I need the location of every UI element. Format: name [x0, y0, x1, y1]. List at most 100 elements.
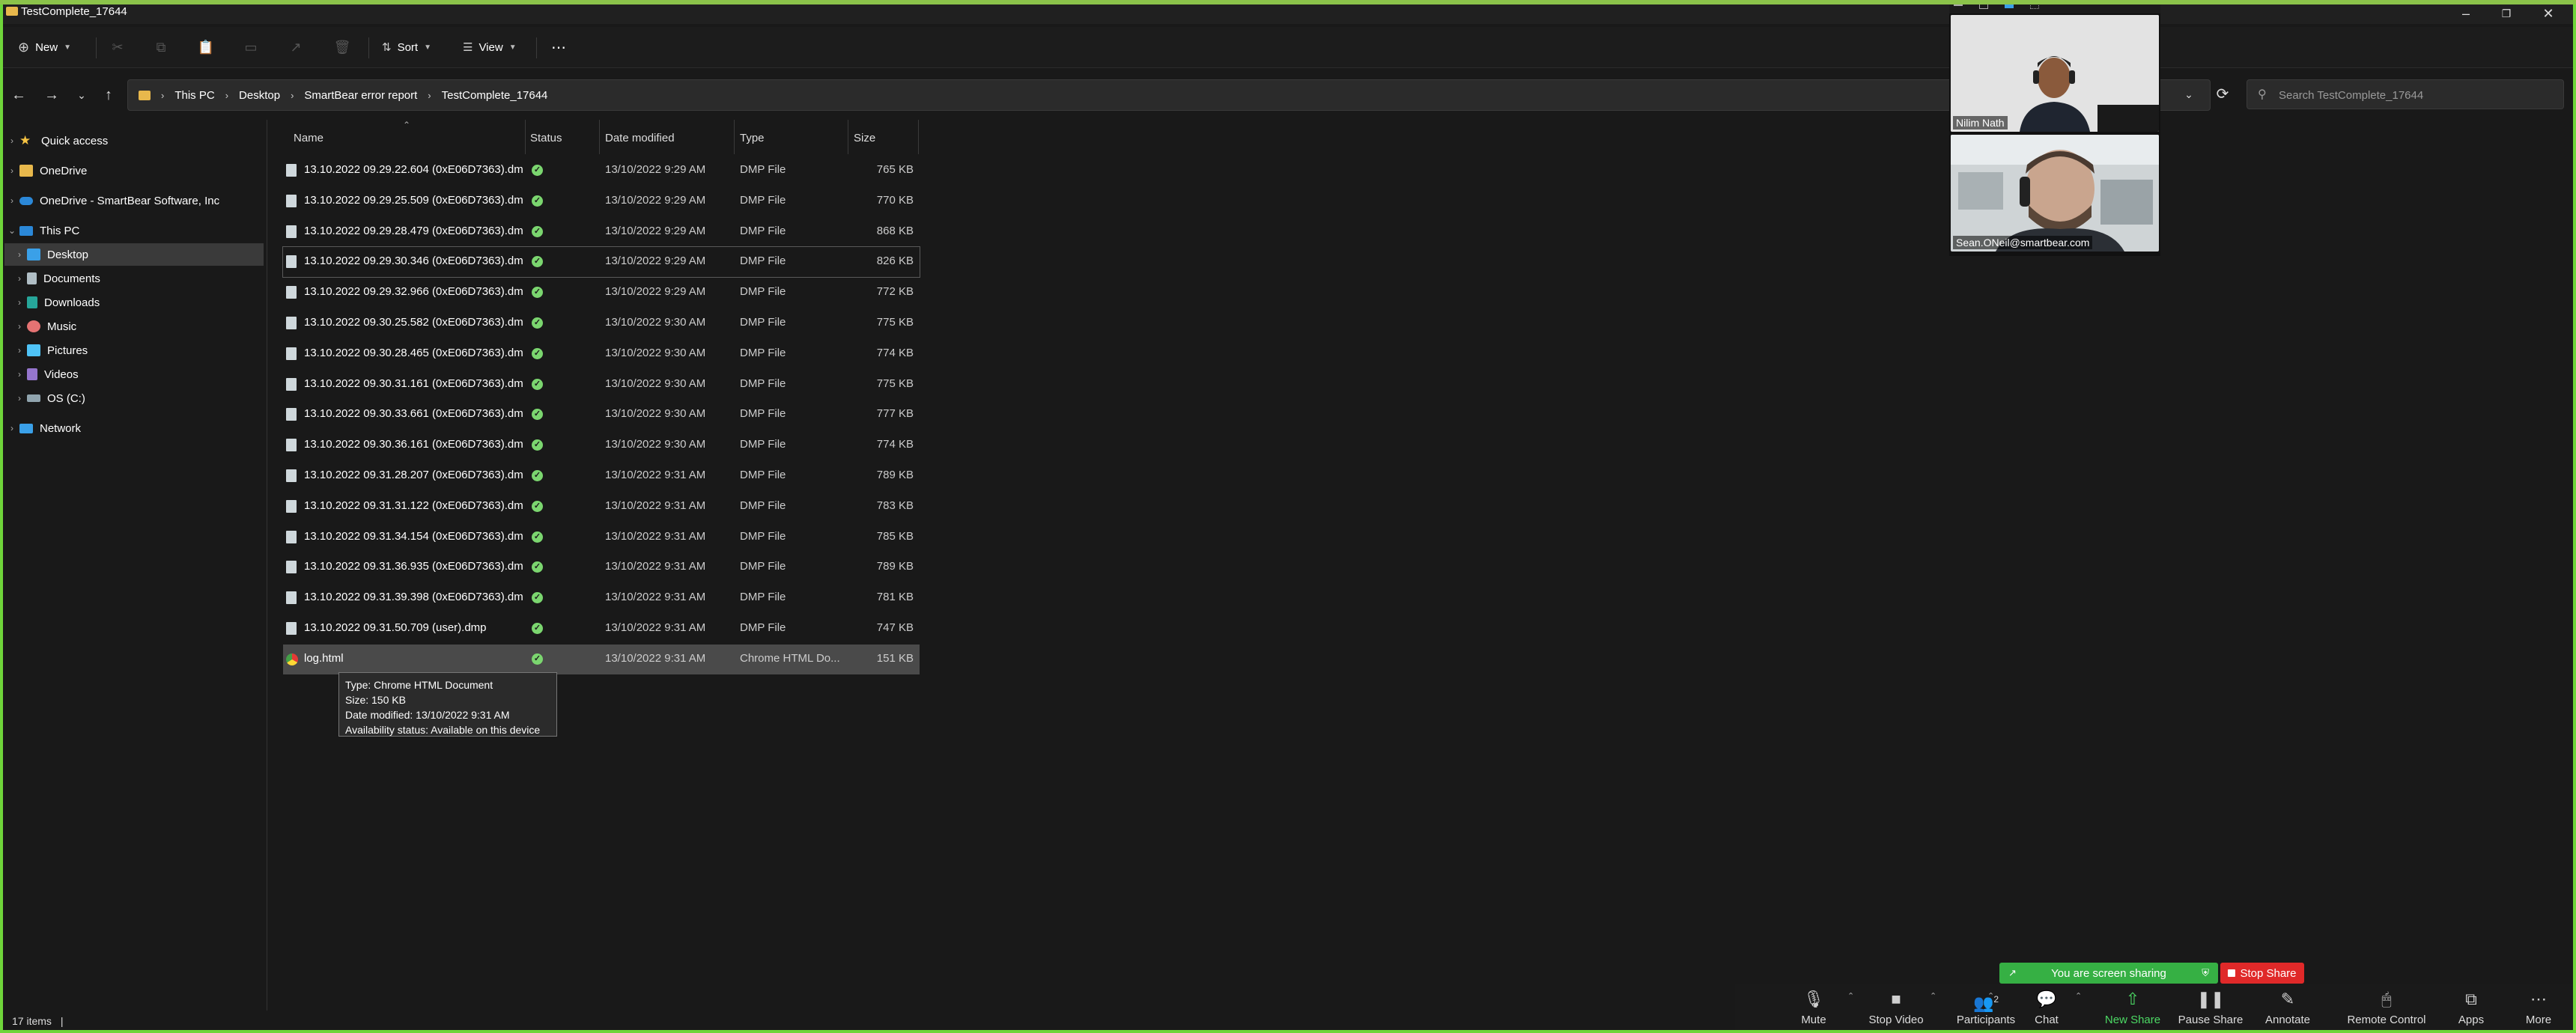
chevron-right-icon: ›	[225, 89, 229, 101]
nav-label: Quick access	[41, 134, 109, 147]
breadcrumb-smartbear-error-report[interactable]: SmartBear error report	[304, 89, 417, 102]
breadcrumb-current-folder[interactable]: TestComplete_17644	[442, 89, 548, 102]
file-row[interactable]: 13.10.2022 09.31.34.154 (0xE06D7363).dmp…	[283, 522, 920, 552]
breadcrumb-this-pc[interactable]: This PC	[174, 89, 214, 102]
breadcrumb-desktop[interactable]: Desktop	[239, 89, 280, 102]
nav-item-quick-access[interactable]: › ★ Quick access	[4, 129, 259, 152]
nav-label: Music	[47, 320, 77, 333]
view-button[interactable]: ☰ View ▼	[463, 37, 517, 57]
pause-icon: ❚❚	[2196, 990, 2225, 1008]
column-header-status[interactable]: Status	[530, 126, 562, 151]
more-options-button[interactable]: ⋯	[551, 37, 566, 57]
document-icon	[27, 272, 37, 284]
screen-sharing-indicator[interactable]: ↗ You are screen sharing ⛨	[1999, 963, 2218, 984]
copy-icon[interactable]: ⧉	[151, 37, 171, 57]
nav-item-network[interactable]: › Network	[4, 417, 259, 439]
file-row[interactable]: 13.10.2022 09.31.28.207 (0xE06D7363).dmp…	[283, 461, 920, 491]
column-header-name[interactable]: Name	[294, 126, 323, 151]
column-header-type[interactable]: Type	[740, 126, 765, 151]
nav-item-downloads[interactable]: › Downloads	[12, 291, 259, 314]
forward-button[interactable]: →	[40, 85, 63, 105]
chat-options-caret[interactable]: ⌃	[2075, 991, 2082, 1001]
file-row[interactable]: 13.10.2022 09.30.36.161 (0xE06D7363).dmp…	[283, 430, 920, 460]
chevron-right-icon: ›	[10, 195, 13, 206]
file-row[interactable]: 13.10.2022 09.29.30.346 (0xE06D7363).dmp…	[282, 246, 920, 278]
stop-video-button[interactable]: ■ Stop Video	[1855, 988, 1937, 1026]
tooltip-type: Type: Chrome HTML Document	[345, 679, 493, 691]
dump-file-icon	[286, 377, 297, 391]
column-header-date-modified[interactable]: Date modified	[605, 126, 675, 151]
nav-item-documents[interactable]: › Documents	[12, 267, 259, 290]
sort-icon: ⇅	[382, 41, 392, 54]
nav-item-os-c[interactable]: › OS (C:)	[12, 387, 259, 409]
nav-item-pictures[interactable]: › Pictures	[12, 339, 259, 362]
pause-share-label: Pause Share	[2178, 1014, 2244, 1026]
nav-item-videos[interactable]: › Videos	[12, 363, 259, 386]
folder-icon	[19, 165, 33, 177]
mute-button[interactable]: 🎙 Mute	[1772, 988, 1855, 1026]
remote-control-button[interactable]: 🖱 Remote Control	[2338, 988, 2435, 1026]
music-icon	[27, 320, 40, 332]
search-box[interactable]: ⚲	[2247, 79, 2564, 109]
nav-item-music[interactable]: › Music	[12, 315, 259, 338]
restore-button[interactable]: ❐	[2489, 4, 2524, 22]
close-button[interactable]: ✕	[2531, 4, 2566, 22]
file-row[interactable]: 13.10.2022 09.30.33.661 (0xE06D7363).dmp…	[283, 400, 920, 430]
rename-icon[interactable]: ▭	[241, 37, 261, 57]
file-date: 13/10/2022 9:31 AM	[605, 621, 706, 634]
file-type: DMP File	[740, 193, 786, 207]
file-row[interactable]: 13.10.2022 09.29.25.509 (0xE06D7363).dmp…	[283, 186, 920, 216]
file-row[interactable]: 13.10.2022 09.29.28.479 (0xE06D7363).dmp…	[283, 217, 920, 247]
nav-item-this-pc[interactable]: ⌄ This PC	[4, 219, 259, 242]
back-button[interactable]: ←	[7, 85, 30, 105]
address-bar[interactable]: › This PC › Desktop › SmartBear error re…	[127, 79, 2211, 111]
delete-icon[interactable]: 🗑	[332, 37, 352, 57]
column-header-size[interactable]: Size	[854, 126, 875, 151]
nav-item-onedrive-smartbear[interactable]: › OneDrive - SmartBear Software, Inc	[4, 189, 259, 212]
chrome-file-icon	[286, 653, 298, 665]
file-date: 13/10/2022 9:30 AM	[605, 407, 706, 421]
file-row[interactable]: 13.10.2022 09.30.28.465 (0xE06D7363).dmp…	[283, 339, 920, 369]
paste-icon[interactable]: 📋	[196, 37, 216, 57]
up-button[interactable]: ↑	[97, 85, 120, 105]
stop-share-button[interactable]: Stop Share	[2220, 963, 2304, 984]
new-button[interactable]: ⊕ New ▼	[18, 37, 71, 57]
file-row[interactable]: 13.10.2022 09.31.50.709 (user).dmp ✓ 13/10…	[283, 614, 920, 644]
nav-item-onedrive[interactable]: › OneDrive	[4, 159, 259, 182]
download-icon	[27, 296, 37, 308]
audio-options-caret[interactable]: ⌃	[1847, 991, 1854, 1001]
share-icon[interactable]: ↗	[286, 37, 306, 57]
file-row[interactable]: 13.10.2022 09.29.32.966 (0xE06D7363).dmp…	[283, 278, 920, 308]
nav-item-desktop[interactable]: › Desktop	[4, 243, 264, 266]
column-divider	[734, 120, 735, 154]
cut-icon[interactable]: ✂	[108, 37, 127, 57]
sync-status-icon: ✓	[532, 347, 543, 359]
annotate-button[interactable]: ✎ Annotate	[2247, 988, 2329, 1026]
minimize-button[interactable]: –	[2449, 4, 2483, 22]
video-tile-2[interactable]: Sean.ONeil@smartbear.com	[1951, 135, 2159, 252]
pause-share-button[interactable]: ❚❚ Pause Share	[2169, 988, 2252, 1026]
new-share-button[interactable]: ⇧ New Share	[2092, 988, 2174, 1026]
file-row[interactable]: log.html ✓ 13/10/2022 9:31 AM Chrome HTML D…	[283, 644, 920, 674]
nav-label: Documents	[43, 272, 100, 285]
recent-locations-button[interactable]: ⌄	[70, 85, 93, 105]
file-row[interactable]: 13.10.2022 09.30.31.161 (0xE06D7363).dmp…	[283, 370, 920, 400]
file-row[interactable]: 13.10.2022 09.31.36.935 (0xE06D7363).dmp…	[283, 552, 920, 582]
refresh-button[interactable]: ⟳	[2209, 79, 2236, 109]
dump-file-icon	[286, 347, 297, 360]
file-row[interactable]: 13.10.2022 09.30.25.582 (0xE06D7363).dmp…	[283, 308, 920, 338]
file-row[interactable]: 13.10.2022 09.31.39.398 (0xE06D7363).dmp…	[283, 583, 920, 613]
file-size: 770 KB	[876, 193, 914, 207]
file-row[interactable]: 13.10.2022 09.29.22.604 (0xE06D7363).dmp…	[283, 156, 920, 186]
chevron-right-icon: ›	[10, 135, 13, 146]
file-row[interactable]: 13.10.2022 09.31.31.122 (0xE06D7363).dmp…	[283, 492, 920, 522]
address-dropdown-button[interactable]: ⌄	[2175, 79, 2202, 109]
sort-button[interactable]: ⇅ Sort ▼	[382, 37, 431, 57]
search-input[interactable]	[2277, 86, 2557, 104]
participants-options-caret[interactable]: ⌃	[1987, 991, 1994, 1001]
more-button[interactable]: ⋯ More	[2497, 988, 2576, 1026]
address-row: ← → ⌄ ↑ › This PC › Desktop › SmartBear …	[0, 72, 2576, 118]
video-options-caret[interactable]: ⌃	[1930, 991, 1936, 1001]
pictures-icon	[27, 344, 40, 356]
video-tile-1[interactable]: Nilim Nath	[1951, 15, 2159, 132]
